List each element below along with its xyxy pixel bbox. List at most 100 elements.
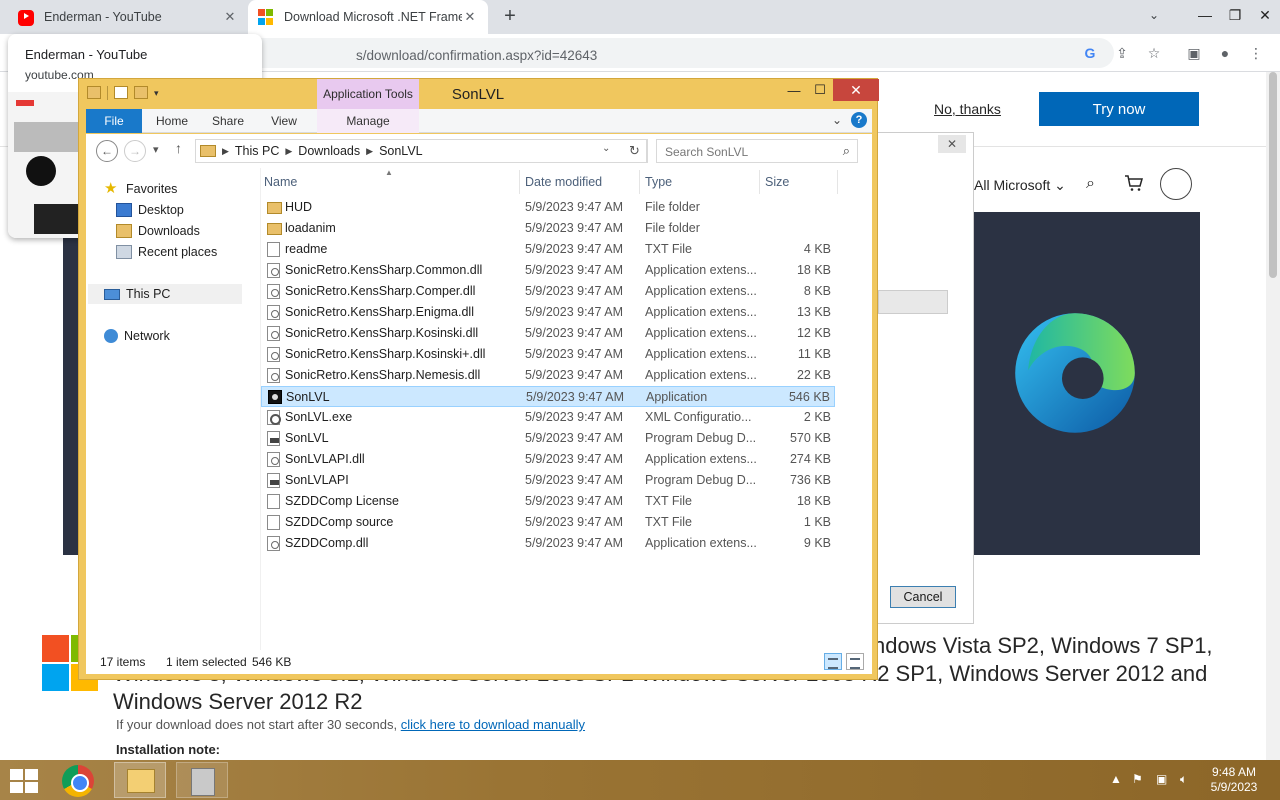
breadcrumb-this-pc[interactable]: This PC xyxy=(235,144,279,158)
microsoft-icon xyxy=(258,9,274,25)
profile-icon[interactable]: ● xyxy=(1215,44,1235,64)
nav-favorites[interactable]: ★ Favorites xyxy=(104,179,177,199)
tab-manage[interactable]: Manage xyxy=(317,109,419,133)
close-button[interactable]: ✕ xyxy=(833,79,879,101)
file-type: Application extens... xyxy=(645,452,757,466)
all-microsoft-menu[interactable]: All Microsoft ⌄ xyxy=(974,177,1066,194)
action-center-flag-icon[interactable]: ⚑ xyxy=(1132,772,1143,786)
nav-this-pc[interactable]: This PC xyxy=(88,284,242,304)
file-row[interactable]: SonicRetro.KensSharp.Comper.dll 5/9/2023 … xyxy=(261,281,835,302)
file-row[interactable]: SonicRetro.KensSharp.Kosinski.dll 5/9/202… xyxy=(261,323,835,344)
nav-downloads[interactable]: Downloads xyxy=(116,221,200,241)
tab-youtube[interactable]: Enderman - YouTube ✕ xyxy=(8,0,248,34)
dialog-close-icon[interactable]: ✕ xyxy=(938,135,966,153)
nav-recent-places[interactable]: Recent places xyxy=(116,242,217,262)
network-icon[interactable]: ▣ xyxy=(1156,772,1167,786)
minimize-button[interactable]: — xyxy=(781,79,807,101)
page-scrollbar[interactable] xyxy=(1266,72,1280,760)
folder-icon xyxy=(127,769,155,793)
share-icon[interactable]: ⇪ xyxy=(1112,44,1132,64)
file-size: 18 KB xyxy=(796,494,831,508)
system-clock[interactable]: 9:48 AM 5/9/2023 xyxy=(1196,765,1272,795)
cancel-button[interactable]: Cancel xyxy=(890,586,956,608)
menu-kebab-icon[interactable]: ⋮ xyxy=(1246,44,1266,64)
volume-muted-icon[interactable]: 🔈︎ xyxy=(1180,772,1187,787)
scrollbar-thumb[interactable] xyxy=(1269,72,1277,278)
recent-locations-chevron-icon[interactable]: ▾ xyxy=(153,143,159,156)
file-row[interactable]: SonLVL 5/9/2023 9:47 AM Application 546 KB xyxy=(261,386,835,407)
column-header-name[interactable]: Name xyxy=(264,175,297,189)
forward-button[interactable]: → xyxy=(124,140,146,162)
tab-home[interactable]: Home xyxy=(148,109,196,133)
file-row[interactable]: SZDDComp.dll 5/9/2023 9:47 AM Application … xyxy=(261,533,835,554)
column-header-type[interactable]: Type xyxy=(645,175,672,189)
file-row[interactable]: SonLVLAPI 5/9/2023 9:47 AM Program Debug D… xyxy=(261,470,835,491)
file-row[interactable]: SonicRetro.KensSharp.Common.dll 5/9/2023 … xyxy=(261,260,835,281)
breadcrumb-downloads[interactable]: Downloads xyxy=(298,144,360,158)
file-name: SonicRetro.KensSharp.Kosinski.dll xyxy=(285,326,479,340)
download-manually-link[interactable]: click here to download manually xyxy=(401,717,585,732)
details-view-button[interactable] xyxy=(824,653,842,670)
nav-desktop[interactable]: Desktop xyxy=(116,200,184,220)
file-row[interactable]: SonLVL 5/9/2023 9:47 AM Program Debug D...… xyxy=(261,428,835,449)
bookmark-star-icon[interactable]: ☆ xyxy=(1144,44,1164,64)
column-header-size[interactable]: Size xyxy=(765,175,789,189)
explorer-titlebar[interactable]: ▾ Application Tools SonLVL — ☐ ✕ xyxy=(79,79,879,109)
dll-file-icon xyxy=(267,536,280,551)
refresh-icon[interactable]: ↻ xyxy=(622,139,648,163)
file-size: 2 KB xyxy=(803,410,831,424)
close-tab-icon[interactable]: ✕ xyxy=(462,9,478,25)
tab-share[interactable]: Share xyxy=(204,109,252,133)
no-thanks-link[interactable]: No, thanks xyxy=(934,101,1001,117)
file-row[interactable]: SonicRetro.KensSharp.Kosinski+.dll 5/9/20… xyxy=(261,344,835,365)
search-icon[interactable]: ⌕ xyxy=(1086,175,1095,193)
tab-search-chevron-icon[interactable]: ⌄ xyxy=(1144,8,1164,28)
column-header-date[interactable]: Date modified xyxy=(525,175,602,189)
side-panel-icon[interactable]: ▣ xyxy=(1184,44,1204,64)
cfg-file-icon xyxy=(267,410,281,425)
address-dropdown-icon[interactable]: ⌄ xyxy=(602,143,610,154)
file-row[interactable]: SonicRetro.KensSharp.Enigma.dll 5/9/2023 … xyxy=(261,302,835,323)
nav-network[interactable]: Network xyxy=(104,326,170,346)
large-icons-view-button[interactable] xyxy=(846,653,864,670)
expand-ribbon-chevron-icon[interactable]: ⌄ xyxy=(832,113,842,127)
help-icon[interactable]: ? xyxy=(851,112,867,128)
address-breadcrumb[interactable]: ▶ This PC ▶ Downloads ▶ SonLVL xyxy=(195,139,647,163)
new-tab-button[interactable]: + xyxy=(498,5,522,29)
file-row[interactable]: SZDDComp License 5/9/2023 9:47 AM TXT File… xyxy=(261,491,835,512)
cart-icon[interactable] xyxy=(1124,173,1144,193)
close-tab-icon[interactable]: ✕ xyxy=(222,9,238,25)
nav-label: This PC xyxy=(126,287,171,301)
try-now-button[interactable]: Try now xyxy=(1039,92,1199,126)
google-translate-icon[interactable]: G xyxy=(1080,44,1100,64)
taskbar-chrome[interactable] xyxy=(52,762,104,798)
file-row[interactable]: loadanim 5/9/2023 9:47 AM File folder xyxy=(261,218,835,239)
up-arrow-icon[interactable]: ↑ xyxy=(175,140,182,156)
maximize-button[interactable]: ☐ xyxy=(807,79,833,101)
file-row[interactable]: SonicRetro.KensSharp.Nemesis.dll 5/9/2023… xyxy=(261,365,835,386)
file-name: SZDDComp License xyxy=(285,494,399,508)
status-bar: 17 items 1 item selected 546 KB xyxy=(86,650,872,674)
tab-microsoft[interactable]: Download Microsoft .NET Framework ✕ xyxy=(248,0,488,34)
search-input[interactable]: Search SonLVL ⌕ xyxy=(656,139,858,163)
file-row[interactable]: SonLVLAPI.dll 5/9/2023 9:47 AM Application… xyxy=(261,449,835,470)
breadcrumb-sonlvl[interactable]: SonLVL xyxy=(379,144,423,158)
back-button[interactable]: ← xyxy=(96,140,118,162)
tab-view[interactable]: View xyxy=(260,109,308,133)
nav-label: Favorites xyxy=(126,182,178,196)
taskbar-app[interactable] xyxy=(176,762,228,798)
file-name: SZDDComp.dll xyxy=(285,536,369,550)
minimize-button[interactable]: — xyxy=(1190,0,1220,30)
tab-file[interactable]: File xyxy=(86,109,142,133)
restore-button[interactable]: ❐ xyxy=(1220,0,1250,30)
file-row[interactable]: SZDDComp source 5/9/2023 9:47 AM TXT File 1… xyxy=(261,512,835,533)
file-row[interactable]: HUD 5/9/2023 9:47 AM File folder xyxy=(261,197,835,218)
dll-file-icon xyxy=(267,263,280,278)
account-icon[interactable] xyxy=(1160,168,1192,200)
file-row[interactable]: SonLVL.exe 5/9/2023 9:47 AM XML Configurat… xyxy=(261,407,835,428)
start-button[interactable] xyxy=(10,769,38,793)
show-hidden-icons-chevron-icon[interactable]: ▲ xyxy=(1110,772,1122,786)
file-row[interactable]: readme 5/9/2023 9:47 AM TXT File 4 KB xyxy=(261,239,835,260)
taskbar-file-explorer[interactable] xyxy=(114,762,166,798)
close-button[interactable]: ✕ xyxy=(1250,0,1280,30)
